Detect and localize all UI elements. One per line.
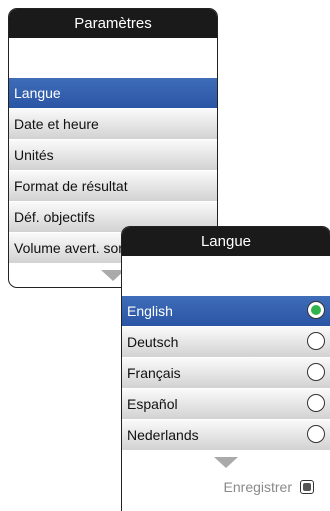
language-option-deutsch[interactable]: Deutsch xyxy=(122,327,330,358)
language-option-nederlands[interactable]: Nederlands xyxy=(122,420,330,451)
language-option-label: Français xyxy=(127,365,181,381)
language-option-espanol[interactable]: Español xyxy=(122,389,330,420)
language-spacer xyxy=(122,256,330,296)
language-option-label: Deutsch xyxy=(127,334,179,350)
settings-spacer xyxy=(9,38,217,78)
settings-item-result-format[interactable]: Format de résultat xyxy=(9,171,217,202)
radio-icon[interactable] xyxy=(307,425,325,443)
radio-checked-icon[interactable] xyxy=(307,301,325,319)
language-option-label: Español xyxy=(127,396,178,412)
settings-item-language[interactable]: Langue xyxy=(9,78,217,109)
language-option-francais[interactable]: Français xyxy=(122,358,330,389)
language-option-label: English xyxy=(127,303,173,319)
radio-icon[interactable] xyxy=(307,332,325,350)
save-label: Enregistrer xyxy=(223,479,292,495)
save-icon xyxy=(300,480,314,494)
scroll-down-icon[interactable] xyxy=(214,457,238,468)
settings-item-units[interactable]: Unités xyxy=(9,140,217,171)
radio-icon[interactable] xyxy=(307,394,325,412)
radio-dot xyxy=(311,305,321,315)
language-option-label: Nederlands xyxy=(127,427,199,443)
save-button[interactable]: Enregistrer xyxy=(224,479,314,495)
settings-item-date-time[interactable]: Date et heure xyxy=(9,109,217,140)
language-title: Langue xyxy=(122,227,330,256)
language-panel: Langue English Deutsch Français Español … xyxy=(121,226,330,511)
radio-icon[interactable] xyxy=(307,363,325,381)
settings-title: Paramètres xyxy=(9,9,217,38)
language-option-english[interactable]: English xyxy=(122,296,330,327)
